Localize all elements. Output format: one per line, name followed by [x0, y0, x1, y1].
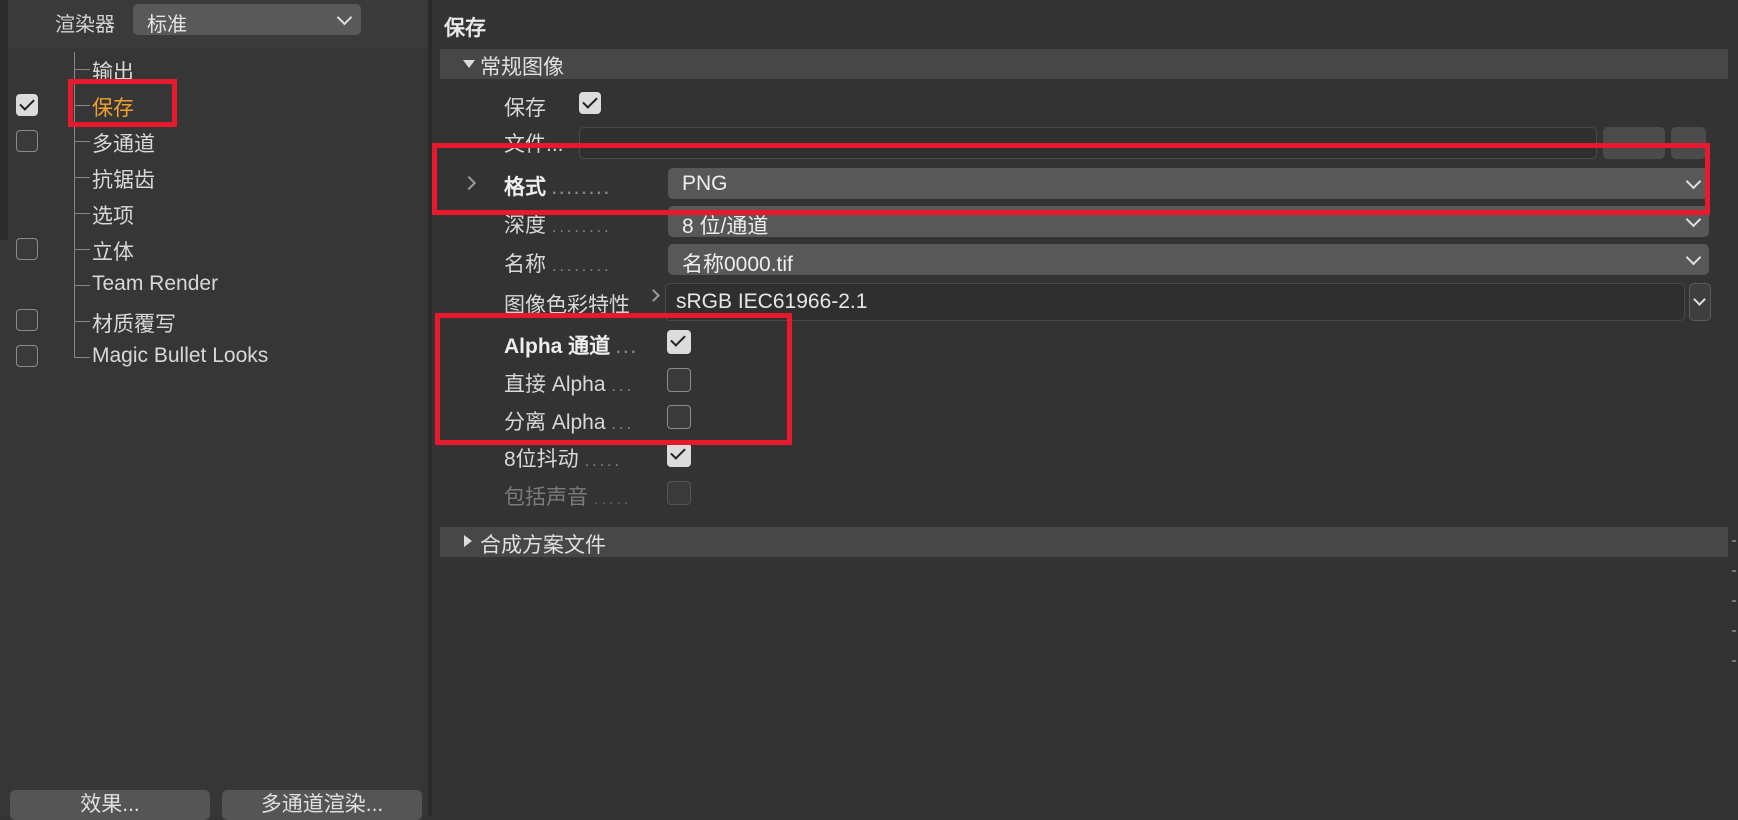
tree-item-material-override[interactable]: 材质覆写 [92, 308, 176, 338]
section-regular-image[interactable]: 常规图像 [440, 49, 1728, 79]
tree-branch [74, 177, 90, 178]
tree-item-magic-bullet-looks[interactable]: Magic Bullet Looks [92, 344, 268, 368]
tree-branch [74, 285, 90, 286]
name-label: 名称........ [504, 248, 612, 278]
include-sound-checkbox[interactable] [667, 481, 691, 505]
tree-branch [74, 69, 90, 70]
chevron-down-icon [1693, 293, 1706, 306]
section-compositing-project-file[interactable]: 合成方案文件 [440, 527, 1728, 557]
dither-8bit-checkbox[interactable] [667, 443, 691, 467]
tree-branch [74, 321, 90, 322]
label-dots: ........ [552, 258, 612, 275]
tree-item-multipass[interactable]: 多通道 [92, 128, 155, 158]
include-sound-label-text: 包括声音 [504, 486, 588, 509]
highlight-box-alpha [435, 313, 792, 445]
dither-8bit-label: 8位抖动..... [504, 443, 622, 473]
tree-item-stereo[interactable]: 立体 [92, 236, 134, 266]
tree-checkbox-save[interactable] [16, 94, 38, 116]
name-label-text: 名称 [504, 253, 546, 276]
render-settings-sidebar [0, 0, 428, 816]
label-dots: ........ [552, 219, 612, 236]
color-profile-field[interactable]: sRGB IEC61966-2.1 [665, 283, 1685, 321]
chevron-down-icon [1685, 249, 1702, 266]
name-value: 名称0000.tif [682, 253, 793, 276]
tree-branch [74, 357, 90, 358]
depth-label-text: 深度 [504, 214, 546, 237]
scrollbar[interactable] [1730, 530, 1738, 816]
renderer-select[interactable]: 标准 [133, 4, 361, 36]
name-dropdown[interactable]: 名称0000.tif [668, 244, 1709, 276]
tree-branch [74, 213, 90, 214]
section-label: 合成方案文件 [480, 534, 606, 557]
color-profile-dropdown-button[interactable] [1689, 283, 1711, 321]
save-checkbox[interactable] [579, 92, 601, 114]
section-label: 常规图像 [480, 56, 564, 79]
page-title: 保存 [444, 17, 486, 40]
label-dots: ..... [584, 453, 622, 470]
tree-item-team-render[interactable]: Team Render [92, 272, 218, 296]
color-profile-value: sRGB IEC61966-2.1 [676, 290, 868, 313]
tree-checkbox-multipass[interactable] [16, 130, 38, 152]
dither-8bit-label-text: 8位抖动 [504, 448, 579, 471]
tree-branch [74, 249, 90, 250]
triangle-down-icon [463, 60, 475, 68]
tree-item-antialiasing[interactable]: 抗锯齿 [92, 164, 155, 194]
include-sound-label: 包括声音..... [504, 481, 631, 511]
highlight-box-format [432, 143, 1710, 215]
label-dots: ..... [594, 491, 632, 508]
tree-branch [74, 141, 90, 142]
save-label: 保存 [504, 97, 546, 120]
window-edge [0, 0, 8, 240]
highlight-box-save [68, 79, 177, 127]
tree-checkbox-material-override[interactable] [16, 309, 38, 331]
chevron-down-icon [336, 9, 353, 26]
renderer-select-value: 标准 [147, 14, 187, 36]
tree-checkbox-magic-bullet[interactable] [16, 345, 38, 367]
renderer-label: 渲染器 [55, 14, 115, 36]
tree-item-options[interactable]: 选项 [92, 200, 134, 230]
tree-checkbox-stereo[interactable] [16, 238, 38, 260]
triangle-right-icon [464, 535, 472, 547]
